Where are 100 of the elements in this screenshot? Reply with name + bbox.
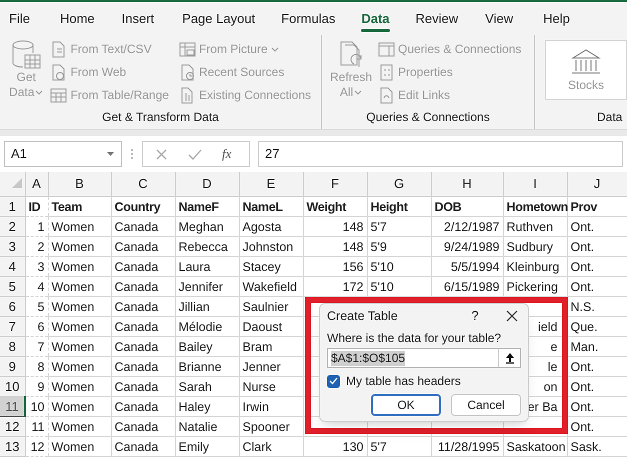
table-cell-text: Brianne xyxy=(178,358,223,376)
table-cell-text: Irwin xyxy=(242,398,270,416)
table-cell-text: 6/15/1989 xyxy=(442,278,500,296)
ribbon-tab[interactable]: Review xyxy=(416,2,458,35)
table-cell-text: 4 xyxy=(36,278,44,296)
database-table-icon xyxy=(11,40,42,69)
column-header[interactable]: F xyxy=(303,172,367,196)
row-header[interactable]: 4 xyxy=(0,256,25,276)
table-cell-text: 5'10 xyxy=(370,258,395,276)
row-header[interactable]: 2 xyxy=(0,216,25,236)
table-cell-text: 12 xyxy=(30,438,44,456)
table-cell-text: Canada xyxy=(114,358,160,376)
formula-field[interactable]: 27 xyxy=(258,141,623,167)
table-cell-text: Spooner xyxy=(242,418,291,436)
group-label: Get & Transform Data xyxy=(102,109,219,126)
table-cell-text: Agosta xyxy=(242,218,282,236)
table-cell-text: Pickering xyxy=(506,278,559,296)
ribbon-tab[interactable]: Page Layout xyxy=(182,2,256,35)
table-cell-text: Women xyxy=(52,318,96,336)
table-cell-text: 9 xyxy=(36,378,44,396)
table-cell-text: 6 xyxy=(36,318,44,336)
table-cell-text: 5'9 xyxy=(370,238,388,256)
row-header[interactable]: 7 xyxy=(0,316,25,336)
table-cell-text: Que. xyxy=(570,318,599,336)
table-cell-text: 5/5/1994 xyxy=(450,258,500,276)
table-cell-text: Daoust xyxy=(242,318,284,336)
column-heading: Prov xyxy=(570,198,598,216)
name-box[interactable]: A1 xyxy=(4,141,122,167)
row-header[interactable]: 10 xyxy=(0,376,25,396)
range-field[interactable]: $A$1:$O$105 xyxy=(327,348,521,368)
row-header[interactable]: 6 xyxy=(0,296,25,316)
table-cell-text: Women xyxy=(52,238,96,256)
table-cell-text: Mélodie xyxy=(178,318,224,336)
link-document-icon xyxy=(378,86,395,104)
ribbon-tab[interactable]: Insert xyxy=(122,2,154,35)
table-cell-text: e xyxy=(550,338,558,356)
caret-icon xyxy=(354,89,362,96)
help-button[interactable]: ? xyxy=(465,306,485,326)
table-cell-text: 5'10 xyxy=(370,278,395,296)
row-header[interactable]: 8 xyxy=(0,336,25,356)
table-cell-text: Women xyxy=(52,278,96,296)
table-cell-text: 10 xyxy=(30,398,44,416)
checkmark-icon xyxy=(329,377,338,385)
table-cell-text: Man. xyxy=(570,338,600,356)
bank-icon xyxy=(569,46,603,74)
row-header[interactable]: 1 xyxy=(0,196,25,216)
column-header[interactable]: C xyxy=(111,172,175,196)
row-header[interactable]: 12 xyxy=(0,416,25,436)
column-header[interactable]: I xyxy=(503,172,567,196)
column-header[interactable]: H xyxy=(431,172,503,196)
table-cell-text: Canada xyxy=(114,338,160,356)
ribbon-tab[interactable]: Help xyxy=(543,2,570,35)
table-cell-text: Canada xyxy=(114,298,160,316)
table-cell-text: Stacey xyxy=(242,258,282,276)
table-cell-text: Women xyxy=(52,298,96,316)
grip-icon xyxy=(130,148,134,160)
table-cell-text: Canada xyxy=(114,318,160,336)
row-header[interactable]: 13 xyxy=(0,436,25,456)
checkbox[interactable] xyxy=(327,374,340,388)
dropdown-icon xyxy=(106,151,115,157)
table-cell-text: Women xyxy=(52,358,96,376)
row-header[interactable]: 5 xyxy=(0,276,25,296)
ribbon-tab[interactable]: Home xyxy=(60,2,95,35)
column-heading: Height xyxy=(370,198,409,216)
table-cell-text: Women xyxy=(52,258,96,276)
column-header[interactable]: E xyxy=(239,172,303,196)
row-header[interactable]: 3 xyxy=(0,236,25,256)
row-header[interactable]: 9 xyxy=(0,356,25,376)
table-cell-text: Women xyxy=(52,398,96,416)
cancel-icon xyxy=(155,148,168,160)
table-cell-text: Canada xyxy=(114,418,160,436)
row-header[interactable]: 11 xyxy=(0,396,25,416)
column-header[interactable]: D xyxy=(175,172,239,196)
column-header[interactable]: B xyxy=(48,172,111,196)
table-cell-text: Saulnier xyxy=(242,298,290,316)
ribbon-tab[interactable]: Formulas xyxy=(281,2,336,35)
check-icon xyxy=(188,148,202,160)
column-header[interactable]: A xyxy=(25,172,48,196)
column-heading: NameL xyxy=(242,198,284,216)
table-cell-text: Women xyxy=(52,338,96,356)
group-label: Queries & Connections xyxy=(366,109,490,126)
table-cell-text: N.S. xyxy=(570,298,596,316)
table-cell-text: Rebecca xyxy=(178,238,229,256)
table-cell-text: Jillian xyxy=(178,298,211,316)
insert-function-button[interactable]: fx xyxy=(222,144,232,164)
ribbon-tab[interactable]: View xyxy=(485,2,514,35)
panel-icon xyxy=(378,40,395,58)
table-cell-text: 9/24/1989 xyxy=(442,238,500,256)
table-cell-text: Kleinburg xyxy=(506,258,560,276)
table-cell-text: Women xyxy=(52,218,96,236)
prompt-label: Where is the data for your table? xyxy=(327,330,502,347)
ok-button[interactable]: OK xyxy=(371,394,441,416)
column-header[interactable]: G xyxy=(367,172,431,196)
ribbon-tab[interactable]: File xyxy=(9,2,30,35)
table-cell-text: Jennifer xyxy=(178,278,224,296)
close-icon xyxy=(506,310,518,322)
cancel-button[interactable]: Cancel xyxy=(451,394,521,416)
column-header[interactable]: J xyxy=(567,172,627,196)
column-heading: Country xyxy=(114,198,162,216)
ribbon-tab[interactable]: Data xyxy=(361,2,390,35)
